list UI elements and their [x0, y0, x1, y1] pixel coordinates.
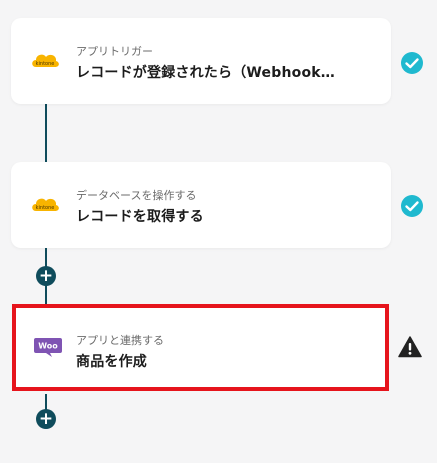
- kintone-icon: kintone: [32, 54, 59, 67]
- check-circle-icon: [401, 195, 423, 217]
- svg-text:kintone: kintone: [36, 61, 55, 67]
- flow-step-trigger-card[interactable]: kintone アプリトリガー レコードが登録されたら（Webhook…: [11, 18, 391, 104]
- check-circle-icon: [401, 52, 423, 74]
- step-type-label: アプリトリガー: [76, 45, 153, 58]
- connector-line: [45, 104, 47, 162]
- flow-step-create-product-card[interactable]: Woo アプリと連携する 商品を作成: [12, 304, 389, 391]
- add-step-button[interactable]: +: [36, 266, 56, 286]
- kintone-icon: kintone: [32, 198, 59, 211]
- step-title: レコードを取得する: [76, 209, 204, 225]
- svg-text:kintone: kintone: [36, 205, 55, 211]
- step-type-label: アプリと連携する: [76, 334, 164, 347]
- step-type-label: データベースを操作する: [76, 189, 197, 202]
- step-title: 商品を作成: [76, 354, 147, 370]
- step-title: レコードが登録されたら（Webhook…: [76, 65, 335, 81]
- svg-text:Woo: Woo: [38, 342, 58, 351]
- woocommerce-icon: Woo: [34, 338, 62, 357]
- add-step-button[interactable]: +: [36, 409, 56, 429]
- flow-step-get-record-card[interactable]: kintone データベースを操作する レコードを取得する: [11, 162, 391, 248]
- warning-icon: [398, 336, 422, 358]
